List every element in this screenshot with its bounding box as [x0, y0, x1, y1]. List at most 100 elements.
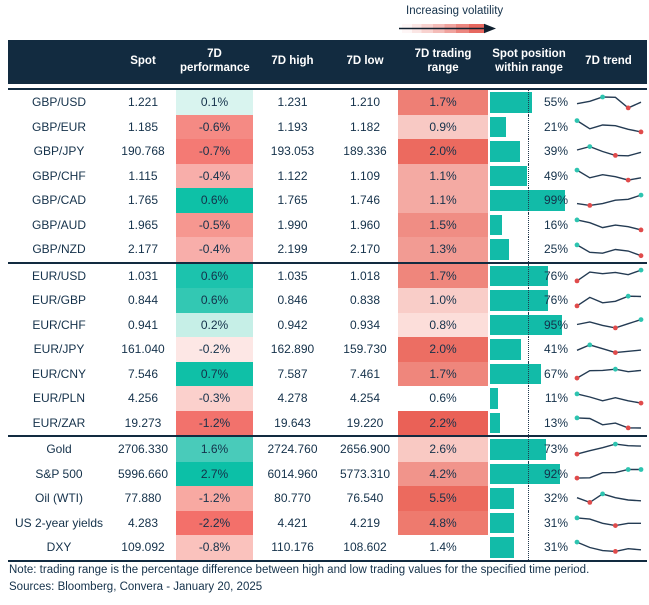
position-label: 76%	[543, 293, 568, 308]
low-value: 159.730	[343, 342, 387, 357]
low-value: 4.219	[349, 515, 381, 530]
position-label: 73%	[543, 442, 568, 457]
header-col-spot: Spot	[130, 55, 156, 68]
row-label: Oil (WTI)	[35, 491, 83, 506]
position-bar	[490, 412, 500, 433]
position-bar	[490, 537, 514, 558]
table-row: US 2-year yields 4.283 -2.2% 4.421 4.219 4.8%…	[8, 510, 647, 535]
table-row: EUR/GBP 0.844 0.6% 0.846 0.838 1.0% 76%	[8, 288, 647, 313]
trend-sparkline	[570, 213, 647, 238]
spot-position-cell: 99%	[488, 188, 570, 213]
position-label: 99%	[543, 193, 568, 208]
low-value: 76.540	[346, 491, 384, 506]
position-bar	[490, 239, 509, 260]
midpoint-dotted-line	[528, 212, 529, 237]
sparkline-chart	[576, 143, 641, 158]
trading-range-cell: 4.8%	[398, 510, 488, 535]
trading-range-cell: 0.8%	[398, 312, 488, 337]
trend-sparkline	[570, 437, 647, 462]
high-value: 1.035	[277, 268, 308, 283]
trading-range-cell: 2.0%	[398, 139, 488, 164]
sparkline-chart	[574, 367, 641, 381]
low-value: 4.254	[349, 391, 381, 406]
midpoint-dotted-line	[528, 188, 529, 213]
high-value: 1.990	[277, 217, 308, 232]
table-row: GBP/NZD 2.177 -0.4% 2.199 2.170 1.3% 25%	[8, 237, 647, 262]
row-label: GBP/USD	[31, 95, 86, 110]
high-value: 0.846	[277, 293, 308, 308]
table-row: EUR/CHF 0.941 0.2% 0.942 0.934 0.8% 95%	[8, 312, 647, 338]
high-value: 110.176	[271, 540, 314, 555]
low-value: 108.602	[343, 540, 387, 555]
header-col-7d-performance: 7D performance	[180, 48, 250, 74]
performance-cell: -0.5%	[176, 212, 253, 237]
table-row: GBP/AUD 1.965 -0.5% 1.990 1.960 1.5% 16%	[8, 212, 647, 238]
low-value: 0.838	[349, 293, 381, 308]
table-row: DXY 109.092 -0.8% 110.176 108.602 1.4% 31%	[8, 535, 647, 560]
trend-sparkline	[570, 313, 647, 338]
trend-sparkline	[570, 337, 647, 362]
spot-value: 1.115	[128, 168, 158, 183]
volatility-legend: Increasing volatility	[399, 5, 529, 35]
midpoint-dotted-line	[528, 288, 529, 313]
performance-cell: -2.2%	[176, 510, 253, 535]
spot-value: 7.546	[127, 366, 159, 381]
performance-cell: -0.3%	[176, 386, 253, 411]
position-bar	[490, 339, 522, 360]
trend-sparkline	[570, 90, 647, 115]
position-bar	[490, 92, 532, 113]
trading-range-cell: 1.7%	[398, 361, 488, 386]
performance-cell: 0.6%	[176, 188, 253, 213]
table-row: GBP/JPY 190.768 -0.7% 193.053 189.336 2.0% 39%	[8, 139, 647, 164]
high-value: 80.770	[274, 491, 311, 506]
position-bar	[490, 165, 528, 186]
position-bar	[490, 265, 548, 286]
position-label: 95%	[543, 317, 568, 332]
low-value: 1.109	[349, 168, 381, 183]
row-label: EUR/CNY	[31, 366, 86, 381]
footnote: Note: trading range is the percentage di…	[9, 564, 590, 576]
trading-range-cell: 0.9%	[398, 114, 488, 139]
trading-range-cell: 2.0%	[398, 337, 488, 362]
performance-cell: 0.2%	[176, 312, 253, 337]
midpoint-dotted-line	[528, 90, 529, 115]
performance-cell: -0.4%	[176, 163, 253, 188]
performance-cell: 0.7%	[176, 361, 253, 386]
sparkline-chart	[574, 539, 641, 554]
spot-value: 1.965	[127, 217, 159, 232]
sparkline-chart	[574, 391, 643, 406]
spot-position-cell: 67%	[488, 361, 570, 386]
trading-range-cell: 5.5%	[398, 486, 488, 511]
high-value: 162.890	[270, 342, 315, 357]
midpoint-dotted-line	[528, 510, 529, 535]
midpoint-dotted-line	[528, 535, 529, 560]
trading-range-cell: 1.7%	[398, 90, 488, 115]
spot-value: 1.765	[127, 193, 159, 208]
position-label: 11%	[544, 391, 568, 406]
low-value: 19.220	[346, 415, 384, 430]
low-value: 1.182	[349, 119, 381, 134]
position-label: 16%	[543, 217, 568, 232]
sparkline-chart	[574, 467, 643, 481]
spot-value: 4.256	[127, 391, 159, 406]
sparkline-chart	[576, 94, 641, 111]
spot-value: 0.844	[127, 293, 159, 308]
midpoint-dotted-line	[528, 486, 529, 511]
spot-value: 190.768	[121, 144, 165, 159]
sparkline-chart	[576, 342, 641, 355]
row-label: EUR/JPY	[33, 342, 85, 357]
trading-range-cell: 1.4%	[398, 535, 488, 560]
spot-value: 161.040	[121, 342, 165, 357]
table-row: EUR/ZAR 19.273 -1.2% 19.643 19.220 2.2% 13%	[8, 410, 647, 436]
position-bar	[490, 388, 499, 409]
spot-position-cell: 49%	[488, 163, 570, 188]
spot-position-cell: 32%	[488, 486, 570, 511]
trend-sparkline	[570, 237, 647, 262]
sparkline-chart	[574, 515, 641, 529]
position-label: 25%	[543, 242, 568, 257]
high-value: 193.053	[270, 144, 315, 159]
trend-sparkline	[570, 288, 647, 313]
trend-sparkline	[570, 411, 647, 436]
spot-position-cell: 13%	[488, 410, 570, 435]
section-divider	[8, 559, 647, 562]
